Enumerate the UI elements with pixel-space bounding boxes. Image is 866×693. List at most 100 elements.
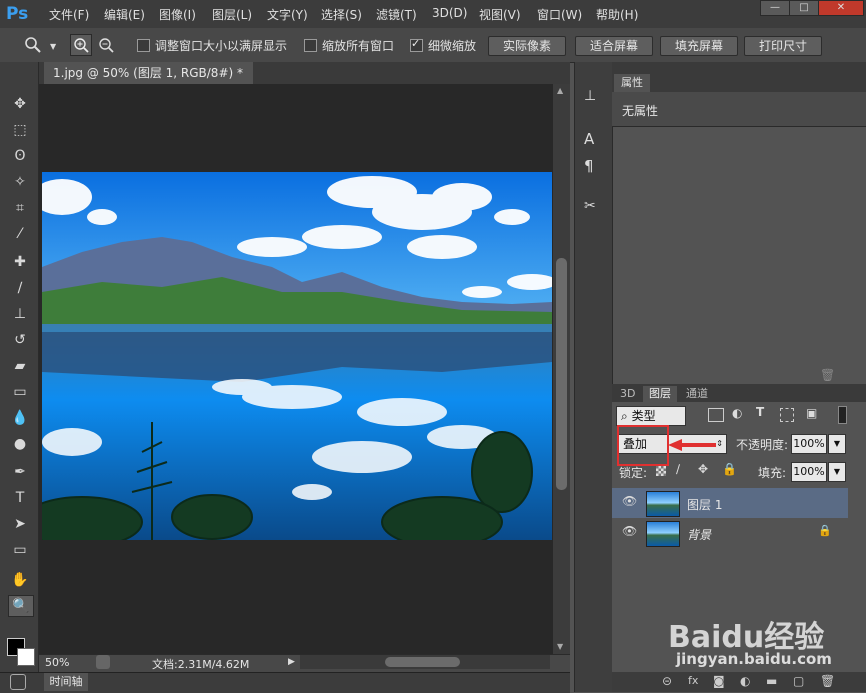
- eyedropper-tool-icon[interactable]: ⁄: [8, 224, 32, 244]
- menu-file[interactable]: 文件(F): [49, 6, 89, 23]
- tab-channels[interactable]: 通道: [686, 386, 708, 402]
- layer-mask-icon[interactable]: ◙: [713, 674, 725, 688]
- menu-filter[interactable]: 滤镜(T): [376, 6, 417, 23]
- new-group-icon[interactable]: ▬: [766, 674, 777, 688]
- delete-layer-icon[interactable]: 🗑: [820, 674, 835, 688]
- layer-style-icon[interactable]: fx: [688, 674, 698, 687]
- new-layer-icon[interactable]: ▢: [793, 674, 804, 688]
- lock-position-icon[interactable]: ✥: [698, 462, 708, 476]
- gradient-tool-icon[interactable]: ▭: [8, 382, 32, 402]
- magic-wand-tool-icon[interactable]: ✧: [8, 172, 32, 192]
- lock-pixels-icon[interactable]: ∕: [676, 462, 680, 476]
- link-layers-icon[interactable]: ⊝: [662, 674, 672, 688]
- tool-presets-icon[interactable]: ✂: [584, 198, 604, 216]
- horizontal-scroll-thumb[interactable]: [385, 657, 460, 667]
- maximize-button[interactable]: □: [789, 0, 819, 16]
- visibility-eye-icon[interactable]: 👁: [622, 494, 637, 508]
- resize-windows-label: 调整窗口大小以满屏显示: [155, 39, 288, 53]
- watermark-url: jingyan.baidu.com: [676, 650, 832, 668]
- background-color-swatch[interactable]: [17, 648, 35, 666]
- status-menu-icon[interactable]: ▶: [288, 657, 295, 667]
- fill-input[interactable]: 100%: [791, 462, 827, 482]
- menu-window[interactable]: 窗口(W): [537, 6, 582, 23]
- zoom-in-icon[interactable]: [70, 34, 92, 56]
- zoom-out-icon[interactable]: [96, 35, 116, 55]
- filter-smart-object-icon[interactable]: ▣: [806, 406, 817, 420]
- move-tool-icon[interactable]: ✥: [8, 94, 32, 114]
- minimize-button[interactable]: —: [760, 0, 790, 16]
- menu-select[interactable]: 选择(S): [321, 6, 362, 23]
- clone-stamp-tool-icon[interactable]: ⊥: [8, 304, 32, 324]
- image-canvas[interactable]: [42, 172, 552, 540]
- menu-layer[interactable]: 图层(L): [212, 6, 252, 23]
- menu-view[interactable]: 视图(V): [479, 6, 521, 23]
- share-icon[interactable]: [96, 655, 110, 669]
- scrubby-zoom-checkbox[interactable]: [410, 37, 423, 52]
- layer-filter-select[interactable]: ⌕ 类型: [616, 406, 686, 426]
- zoom-tool-preset-icon[interactable]: [24, 36, 42, 54]
- tab-3d[interactable]: 3D: [620, 386, 635, 402]
- chevron-down-icon[interactable]: ▼: [50, 42, 56, 51]
- lock-transparent-icon[interactable]: [656, 466, 666, 476]
- filter-type-icon[interactable]: T: [756, 405, 764, 419]
- menu-3d[interactable]: 3D(D): [432, 6, 467, 20]
- print-size-button[interactable]: 打印尺寸: [744, 36, 822, 56]
- hand-tool-icon[interactable]: ✋: [8, 570, 32, 590]
- close-window-button[interactable]: ✕: [818, 0, 864, 16]
- fit-screen-button[interactable]: 适合屏幕: [575, 36, 653, 56]
- paragraph-panel-icon[interactable]: ¶: [584, 157, 604, 175]
- tab-layers[interactable]: 图层: [643, 386, 677, 402]
- zoom-level[interactable]: 50%: [45, 656, 69, 669]
- type-tool-icon[interactable]: T: [8, 488, 32, 508]
- layer-thumbnail: [646, 491, 680, 517]
- timeline-tab[interactable]: 时间轴: [44, 673, 88, 691]
- properties-tab[interactable]: 属性: [614, 74, 650, 92]
- photoshop-logo: Ps: [6, 4, 29, 24]
- scroll-up-icon[interactable]: ▲: [557, 86, 563, 95]
- opacity-dropdown-icon[interactable]: ▼: [828, 434, 846, 454]
- zoom-all-windows-checkbox[interactable]: [304, 39, 317, 52]
- path-selection-tool-icon[interactable]: ➤: [8, 514, 32, 534]
- layer-name[interactable]: 图层 1: [687, 496, 722, 513]
- menu-type[interactable]: 文字(Y): [267, 6, 308, 23]
- scroll-down-icon[interactable]: ▼: [557, 642, 563, 651]
- adjustment-layer-icon[interactable]: ◐: [740, 674, 750, 688]
- lasso-tool-icon[interactable]: ʘ: [8, 146, 32, 166]
- rectangle-tool-icon[interactable]: ▭: [8, 540, 32, 560]
- fill-screen-button[interactable]: 填充屏幕: [660, 36, 738, 56]
- marquee-tool-icon[interactable]: ⬚: [8, 120, 32, 140]
- filter-adjustment-icon[interactable]: ◐: [732, 406, 742, 420]
- lock-all-icon[interactable]: 🔒: [722, 462, 737, 476]
- layer-row[interactable]: 👁 图层 1: [612, 488, 848, 518]
- menu-help[interactable]: 帮助(H): [596, 6, 638, 23]
- pen-tool-icon[interactable]: ✒: [8, 462, 32, 482]
- fill-dropdown-icon[interactable]: ▼: [828, 462, 846, 482]
- document-tab-title: 1.jpg @ 50% (图层 1, RGB/8#) *: [53, 66, 243, 80]
- brush-tool-icon[interactable]: ∕: [8, 278, 32, 298]
- search-icon: ⌕: [621, 409, 628, 423]
- document-tab[interactable]: 1.jpg @ 50% (图层 1, RGB/8#) * ×: [44, 62, 253, 102]
- layer-row[interactable]: 👁 背景 🔒: [612, 518, 848, 548]
- menu-edit[interactable]: 编辑(E): [104, 6, 145, 23]
- filter-toggle[interactable]: [838, 406, 847, 424]
- history-brush-tool-icon[interactable]: ↺: [8, 330, 32, 350]
- blur-tool-icon[interactable]: 💧: [8, 408, 32, 428]
- zoom-tool-icon[interactable]: 🔍: [8, 595, 34, 617]
- crop-tool-icon[interactable]: ⌗: [8, 198, 32, 218]
- eraser-tool-icon[interactable]: ▰: [8, 356, 32, 376]
- character-panel-icon[interactable]: A: [584, 130, 604, 148]
- opacity-input[interactable]: 100%: [791, 434, 827, 454]
- resize-windows-checkbox[interactable]: [137, 39, 150, 52]
- visibility-eye-icon[interactable]: 👁: [622, 524, 637, 538]
- clone-source-icon[interactable]: ⊥: [584, 88, 604, 106]
- filter-shape-icon[interactable]: [780, 408, 794, 422]
- actual-pixels-button[interactable]: 实际像素: [488, 36, 566, 56]
- healing-brush-tool-icon[interactable]: ✚: [8, 252, 32, 272]
- filter-pixel-icon[interactable]: [708, 408, 724, 422]
- layer-thumbnail: [646, 521, 680, 547]
- vertical-scroll-thumb[interactable]: [556, 258, 567, 490]
- layer-name[interactable]: 背景: [687, 526, 711, 543]
- trash-icon[interactable]: 🗑: [820, 368, 835, 382]
- dodge-tool-icon[interactable]: ●: [8, 434, 32, 454]
- menu-image[interactable]: 图像(I): [159, 6, 196, 23]
